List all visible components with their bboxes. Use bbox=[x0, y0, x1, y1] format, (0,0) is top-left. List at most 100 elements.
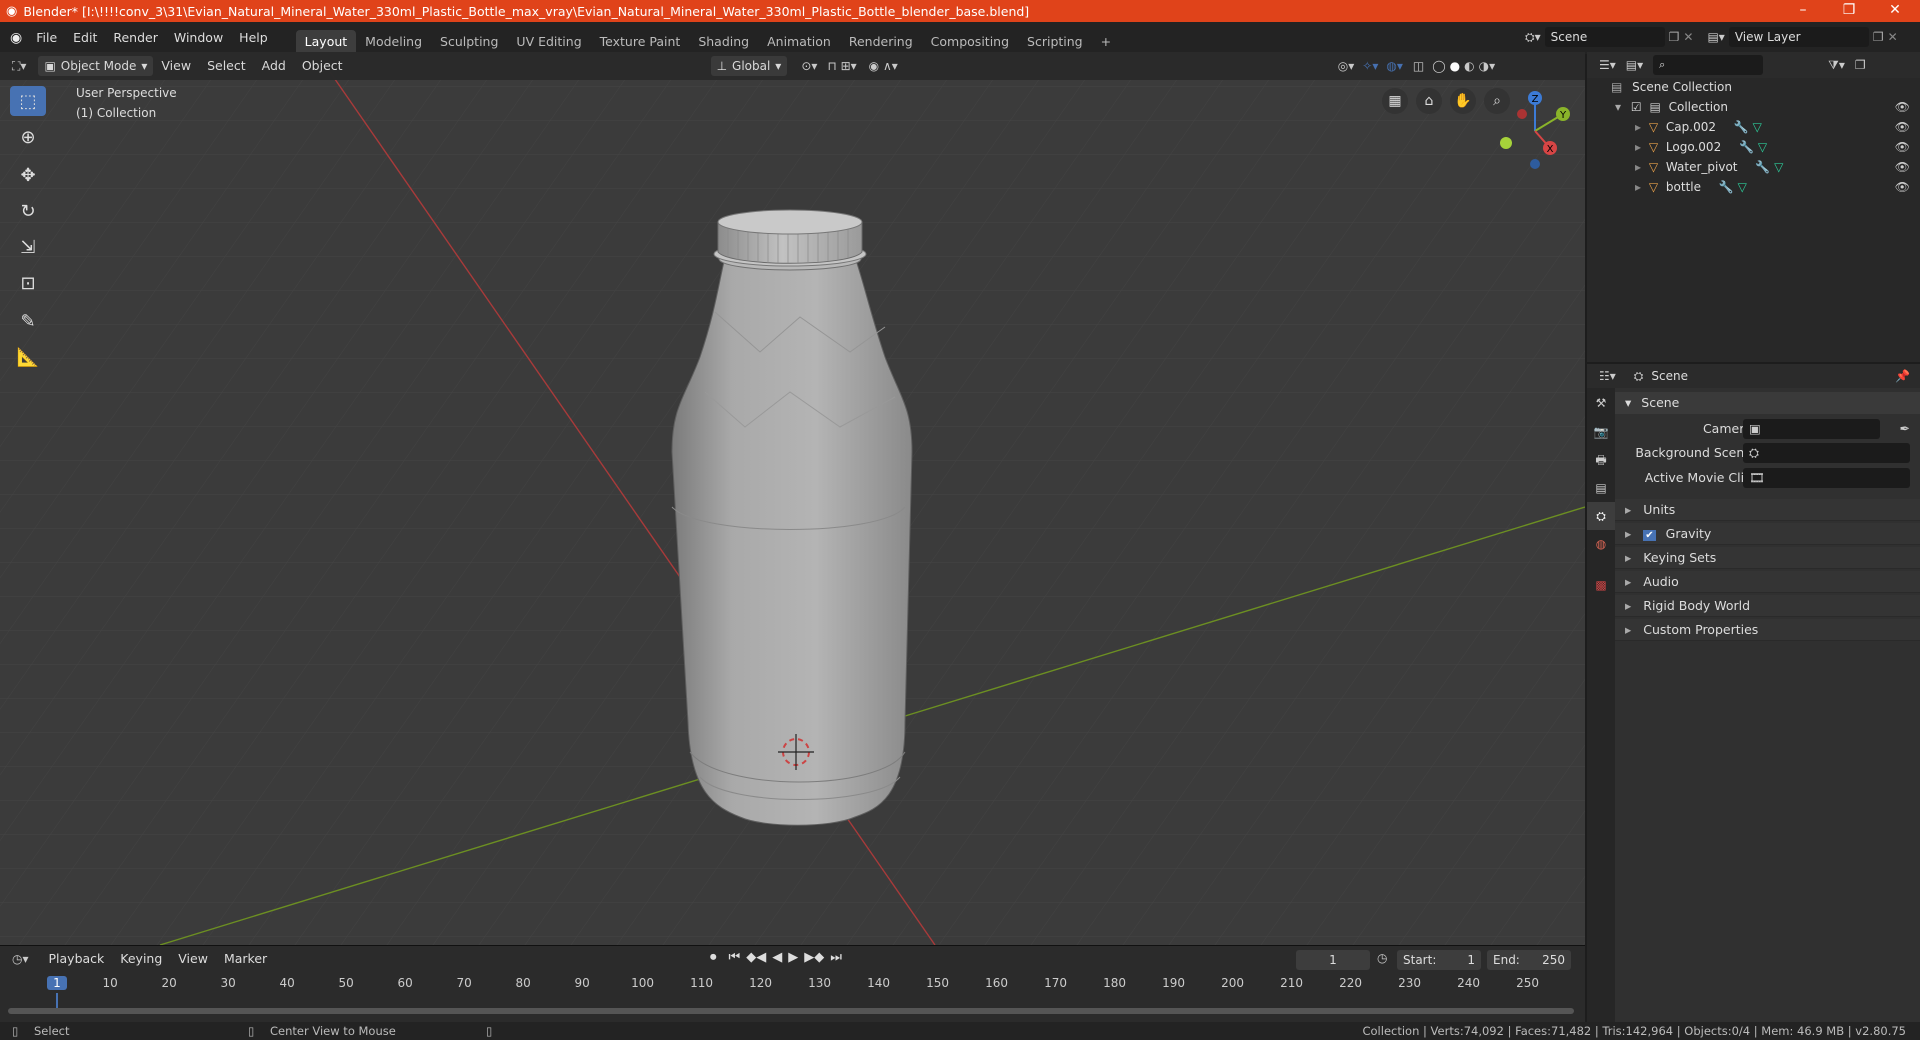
timeline-menu-marker[interactable]: Marker bbox=[216, 948, 275, 970]
tab-uv-editing[interactable]: UV Editing bbox=[507, 30, 590, 54]
scene-name-field[interactable]: Scene bbox=[1544, 27, 1665, 47]
clock-icon[interactable]: ◷ bbox=[1377, 951, 1387, 965]
timeline-editor-type-icon[interactable]: ◷▾ bbox=[12, 952, 29, 966]
remove-scene-icon[interactable]: ✕ bbox=[1683, 30, 1693, 44]
scene-panel-header[interactable]: ▾ Scene bbox=[1615, 392, 1920, 414]
measure-tool-icon[interactable]: 📐 bbox=[10, 342, 46, 372]
timeline-menu-playback[interactable]: Playback bbox=[41, 948, 113, 970]
menu-help[interactable]: Help bbox=[231, 27, 276, 49]
outliner-row-water-pivot[interactable]: ▸ ▽ Water_pivot 🔧 ▽ 👁 bbox=[1587, 157, 1920, 177]
render-tab-icon[interactable]: 📷 bbox=[1587, 418, 1615, 446]
start-frame-field[interactable]: Start: 1 bbox=[1397, 950, 1481, 970]
cursor-tool-icon[interactable]: ⊕ bbox=[10, 122, 46, 152]
navigation-gizmo[interactable]: Z Y X bbox=[1490, 86, 1580, 176]
scene-tab-icon[interactable]: ⛭ bbox=[1587, 502, 1615, 530]
xray-icon[interactable]: ◫ bbox=[1413, 59, 1424, 73]
outliner-row-cap002[interactable]: ▸ ▽ Cap.002 🔧 ▽ 👁 bbox=[1587, 117, 1920, 137]
outliner-row-collection[interactable]: ▾ ☑ ▤ Collection 👁 bbox=[1587, 97, 1920, 117]
record-icon[interactable]: ⏺ bbox=[710, 950, 717, 965]
properties-editor-type-icon[interactable]: ☷▾ bbox=[1599, 369, 1616, 383]
transform-orientation-dropdown[interactable]: ⊥ Global ▾ bbox=[710, 56, 788, 76]
tab-scripting[interactable]: Scripting bbox=[1018, 30, 1092, 54]
timeline-menu-view[interactable]: View bbox=[170, 948, 216, 970]
wireframe-shading-icon[interactable]: ◯ bbox=[1432, 59, 1445, 73]
gravity-panel[interactable]: ▸ ✔ Gravity bbox=[1615, 523, 1920, 545]
pivot-icon[interactable]: ⊙▾ bbox=[801, 59, 817, 73]
material-shading-icon[interactable]: ◐ bbox=[1464, 59, 1474, 73]
world-tab-icon[interactable]: ◍ bbox=[1587, 530, 1615, 558]
tab-rendering[interactable]: Rendering bbox=[840, 30, 922, 54]
maximize-button[interactable]: ❐ bbox=[1826, 0, 1872, 22]
outliner-editor-type-icon[interactable]: ☰▾ bbox=[1599, 58, 1616, 72]
expand-arrow-icon[interactable]: ▸ bbox=[1635, 180, 1641, 194]
tab-shading[interactable]: Shading bbox=[689, 30, 758, 54]
editor-type-icon[interactable]: ⛶▾ bbox=[12, 59, 26, 74]
overlay-toggle-icon[interactable]: ◍▾ bbox=[1386, 59, 1403, 73]
current-frame-field[interactable]: 1 bbox=[1296, 950, 1370, 970]
eyedropper-icon[interactable]: ✒ bbox=[1900, 418, 1910, 440]
units-panel[interactable]: ▸ Units bbox=[1615, 499, 1920, 521]
view-layer-field[interactable]: View Layer bbox=[1728, 27, 1869, 47]
eye-icon[interactable]: 👁 bbox=[1895, 117, 1910, 137]
texture-tab-icon[interactable]: ▩ bbox=[1587, 570, 1615, 600]
scale-tool-icon[interactable]: ⇲ bbox=[10, 232, 46, 262]
menu-window[interactable]: Window bbox=[166, 27, 231, 49]
menu-edit[interactable]: Edit bbox=[65, 27, 105, 49]
frame-ruler[interactable]: 1 10 20 30 40 50 60 70 80 90 100 110 120 130 140 150 160… bbox=[0, 974, 1585, 994]
camera-field[interactable] bbox=[1743, 419, 1880, 439]
output-tab-icon[interactable]: 🖶 bbox=[1587, 446, 1615, 474]
view-layer-icon[interactable]: ▤▾ bbox=[1707, 30, 1724, 44]
pin-icon[interactable]: 📌 bbox=[1895, 369, 1910, 383]
gravity-checkbox-icon[interactable]: ✔ bbox=[1643, 530, 1656, 541]
gizmo-neg-x-icon[interactable] bbox=[1517, 109, 1527, 119]
audio-panel[interactable]: ▸ Audio bbox=[1615, 571, 1920, 593]
new-view-layer-icon[interactable]: ❐ bbox=[1873, 30, 1884, 44]
play-icon[interactable]: ▶ bbox=[788, 950, 798, 965]
gizmo-neg-y-icon[interactable] bbox=[1500, 137, 1512, 149]
scene-icon[interactable]: ⛭▾ bbox=[1525, 30, 1541, 45]
menu-render[interactable]: Render bbox=[105, 27, 166, 49]
background-scene-field[interactable] bbox=[1743, 443, 1910, 463]
viewport-menu-object[interactable]: Object bbox=[294, 55, 351, 77]
timeline-menu-keying[interactable]: Keying bbox=[112, 948, 170, 970]
close-button[interactable]: ✕ bbox=[1872, 0, 1918, 22]
expand-arrow-icon[interactable]: ▸ bbox=[1635, 160, 1641, 174]
gizmo-neg-z-icon[interactable] bbox=[1530, 159, 1540, 169]
end-frame-field[interactable]: End: 250 bbox=[1487, 950, 1571, 970]
rigid-body-world-panel[interactable]: ▸ Rigid Body World bbox=[1615, 595, 1920, 617]
expand-arrow-icon[interactable]: ▸ bbox=[1635, 140, 1641, 154]
play-reverse-icon[interactable]: ◀ bbox=[772, 950, 782, 965]
filter-icon[interactable]: ⧩▾ bbox=[1828, 58, 1845, 73]
outliner-row-logo002[interactable]: ▸ ▽ Logo.002 🔧 ▽ 👁 bbox=[1587, 137, 1920, 157]
object-mode-dropdown[interactable]: ▣ Object Mode ▾ bbox=[38, 56, 154, 76]
keying-sets-panel[interactable]: ▸ Keying Sets bbox=[1615, 547, 1920, 569]
camera-view-icon[interactable]: ⌂ bbox=[1416, 88, 1442, 114]
eye-icon[interactable]: 👁 bbox=[1895, 97, 1910, 117]
pan-hand-icon[interactable]: ✋ bbox=[1450, 88, 1476, 114]
rotate-tool-icon[interactable]: ↻ bbox=[10, 196, 46, 226]
annotate-tool-icon[interactable]: ✎ bbox=[10, 306, 46, 336]
viewport-menu-select[interactable]: Select bbox=[199, 55, 254, 77]
outliner-row-bottle[interactable]: ▸ ▽ bottle 🔧 ▽ 👁 bbox=[1587, 177, 1920, 197]
expand-arrow-icon[interactable]: ▸ bbox=[1635, 120, 1641, 134]
jump-start-icon[interactable]: ⏮ bbox=[729, 950, 741, 965]
eye-icon[interactable]: 👁 bbox=[1895, 157, 1910, 177]
view-layer-tab-icon[interactable]: ▤ bbox=[1587, 474, 1615, 502]
tab-layout[interactable]: Layout bbox=[295, 30, 357, 54]
remove-view-layer-icon[interactable]: ✕ bbox=[1888, 30, 1898, 44]
tab-texture-paint[interactable]: Texture Paint bbox=[591, 30, 690, 54]
blender-menu-icon[interactable]: ◉ bbox=[10, 30, 22, 46]
eye-icon[interactable]: 👁 bbox=[1895, 137, 1910, 157]
add-workspace-button[interactable]: + bbox=[1092, 30, 1120, 54]
gizmo-toggle-icon[interactable]: ✧▾ bbox=[1362, 59, 1378, 73]
transform-tool-icon[interactable]: ⊡ bbox=[10, 268, 46, 298]
solid-shading-icon[interactable]: ● bbox=[1450, 59, 1460, 73]
active-movie-clip-field[interactable] bbox=[1743, 468, 1910, 488]
select-box-icon[interactable]: ⬚ bbox=[10, 86, 46, 116]
move-tool-icon[interactable]: ✥ bbox=[10, 160, 46, 190]
tab-sculpting[interactable]: Sculpting bbox=[431, 30, 507, 54]
expand-arrow-icon[interactable]: ▾ bbox=[1615, 100, 1621, 114]
viewport-menu-view[interactable]: View bbox=[153, 55, 199, 77]
next-keyframe-icon[interactable]: ▶◆ bbox=[804, 950, 824, 965]
proportional-edit-icon[interactable]: ◉ ∧▾ bbox=[869, 59, 898, 73]
